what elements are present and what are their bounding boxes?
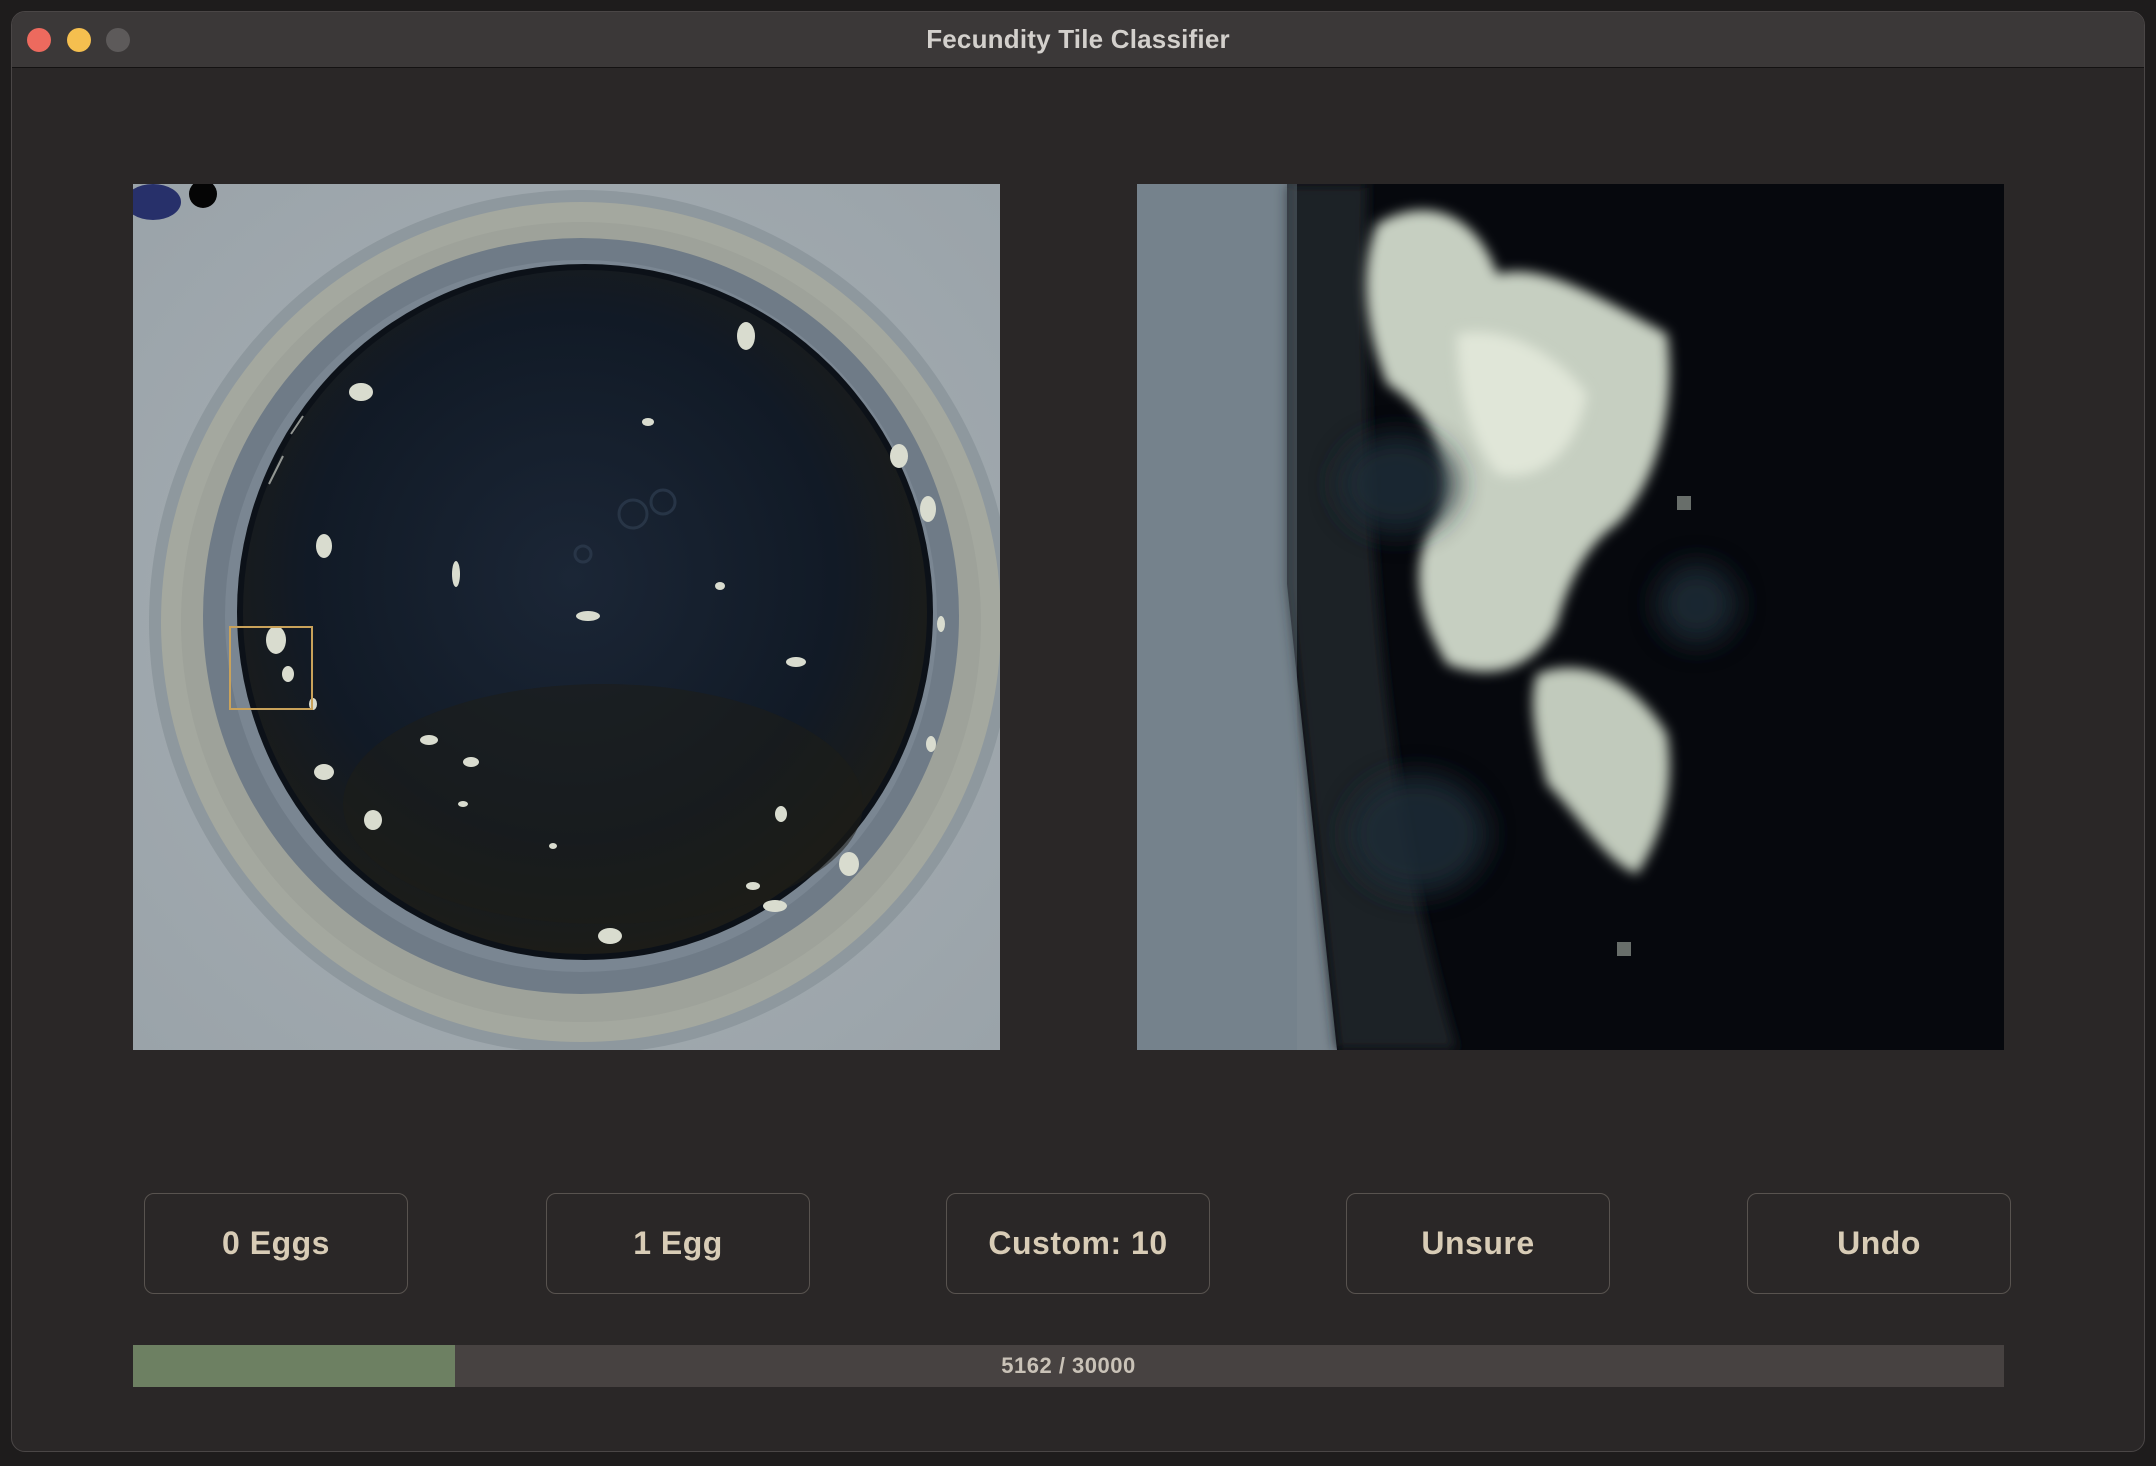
progress-bar: 5162 / 30000 <box>133 1345 2004 1387</box>
zoomed-tile-drawing <box>1137 184 2004 1050</box>
progress-label: 5162 / 30000 <box>1001 1353 1136 1378</box>
overview-image[interactable] <box>133 184 1000 1050</box>
custom-count-button[interactable]: Custom: 10 <box>946 1193 1210 1294</box>
zero-eggs-button[interactable]: 0 Eggs <box>144 1193 408 1294</box>
title-bar: Fecundity Tile Classifier <box>12 12 2144 68</box>
selection-box <box>229 626 313 710</box>
one-egg-button[interactable]: 1 Egg <box>546 1193 810 1294</box>
unsure-button[interactable]: Unsure <box>1346 1193 1610 1294</box>
zoom-tile-image <box>1137 184 2004 1050</box>
well-scan-drawing <box>133 184 1000 1050</box>
undo-button[interactable]: Undo <box>1747 1193 2011 1294</box>
window-title: Fecundity Tile Classifier <box>926 24 1230 54</box>
